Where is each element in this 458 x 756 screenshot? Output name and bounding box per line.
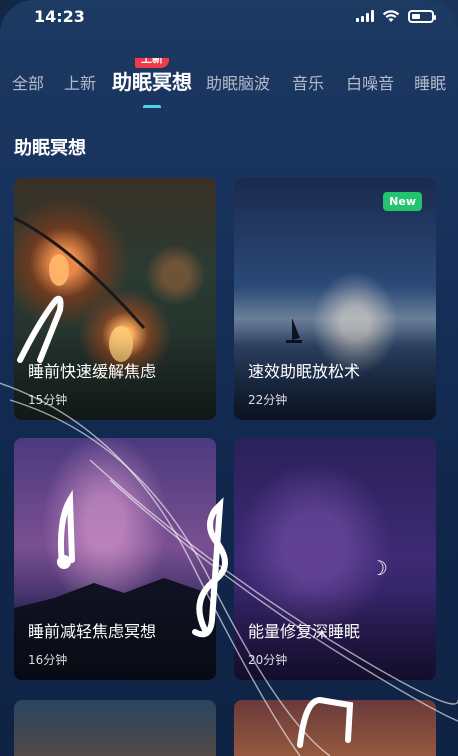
card-quick-anxiety-relief[interactable]: 睡前快速缓解焦虑 15分钟 bbox=[14, 178, 216, 420]
card-fast-sleep-relax[interactable]: New 速效助眠放松术 22分钟 bbox=[234, 178, 436, 420]
card-title: 睡前减轻焦虑冥想 bbox=[28, 622, 157, 641]
card-energy-deep-sleep[interactable]: ☽ 能量修复深睡眠 20分钟 bbox=[234, 438, 436, 680]
card-title: 能量修复深睡眠 bbox=[248, 622, 361, 641]
card-duration: 15分钟 bbox=[28, 393, 68, 407]
signal-icon bbox=[356, 10, 374, 22]
app-screen: 14:23 全部 上新 上新 助眠冥想 助眠脑波 音乐 白噪音 睡眠 助眠冥想 … bbox=[0, 0, 458, 756]
moon-icon: ☽ bbox=[370, 556, 388, 580]
wifi-icon bbox=[382, 10, 400, 22]
tab-white-noise[interactable]: 白噪音 bbox=[346, 58, 394, 94]
active-tab-indicator bbox=[143, 105, 162, 108]
new-badge: 上新 bbox=[135, 58, 170, 68]
section-title: 助眠冥想 bbox=[14, 138, 86, 159]
new-badge: New bbox=[383, 192, 422, 211]
tab-brainwave[interactable]: 助眠脑波 bbox=[206, 58, 270, 94]
status-bar: 14:23 bbox=[0, 0, 458, 32]
battery-icon bbox=[408, 9, 436, 23]
card-partial-5[interactable] bbox=[14, 700, 216, 756]
card-partial-6[interactable] bbox=[234, 700, 436, 756]
card-pre-sleep-anxiety[interactable]: 睡前减轻焦虑冥想 16分钟 bbox=[14, 438, 216, 680]
status-time: 14:23 bbox=[34, 6, 85, 26]
tab-new[interactable]: 上新 bbox=[64, 58, 96, 94]
card-duration: 22分钟 bbox=[248, 393, 288, 407]
card-title: 睡前快速缓解焦虑 bbox=[28, 362, 157, 381]
card-duration: 20分钟 bbox=[248, 653, 288, 667]
card-duration: 16分钟 bbox=[28, 653, 68, 667]
tab-all[interactable]: 全部 bbox=[12, 58, 44, 94]
tab-sleep-meditation[interactable]: 上新 助眠冥想 bbox=[112, 58, 192, 108]
status-icons bbox=[356, 9, 436, 23]
tab-music[interactable]: 音乐 bbox=[292, 58, 324, 94]
category-tabs: 全部 上新 上新 助眠冥想 助眠脑波 音乐 白噪音 睡眠 bbox=[0, 58, 458, 108]
card-title: 速效助眠放松术 bbox=[248, 362, 361, 381]
tab-sleep[interactable]: 睡眠 bbox=[414, 58, 446, 94]
